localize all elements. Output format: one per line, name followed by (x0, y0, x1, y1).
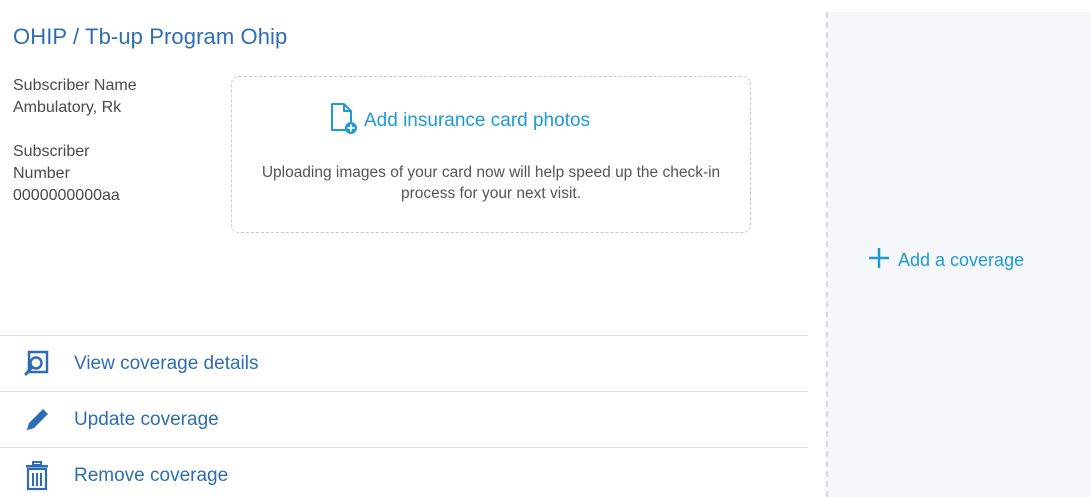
coverage-title: OHIP / Tb-up Program Ohip (13, 24, 288, 49)
trash-icon (22, 460, 52, 491)
add-a-coverage-label: Add a coverage (898, 250, 1025, 270)
add-coverage-panel: Add a coverage (828, 12, 1091, 497)
coverage-page: OHIP / Tb-up Program Ohip Subscriber Nam… (0, 0, 1091, 497)
view-coverage-details-button[interactable]: View coverage details (0, 335, 808, 391)
remove-coverage-button[interactable]: Remove coverage (0, 447, 808, 497)
add-a-coverage-button[interactable]: Add a coverage (868, 247, 1024, 274)
view-coverage-details-label: View coverage details (74, 352, 259, 374)
subscriber-name-block: Subscriber Name Ambulatory, Rk (13, 75, 203, 119)
subscriber-name-label: Subscriber Name (13, 77, 137, 94)
upload-description-text: Uploading images of your card now will h… (261, 164, 721, 202)
update-coverage-label: Update coverage (74, 408, 219, 430)
remove-coverage-label: Remove coverage (74, 464, 229, 486)
add-insurance-card-photos-link[interactable]: Add insurance card photos (328, 102, 590, 140)
coverage-actions: View coverage details Update coverage Re… (0, 335, 808, 497)
pencil-icon (22, 405, 52, 435)
subscriber-number-block: Subscriber Number 0000000000aa (13, 141, 153, 207)
upload-description: Uploading images of your card now will h… (232, 162, 750, 204)
subscriber-number-value: 0000000000aa (13, 187, 120, 204)
update-coverage-button[interactable]: Update coverage (0, 391, 808, 447)
subscriber-number-label: Subscriber Number (13, 143, 90, 182)
plus-icon (868, 247, 898, 274)
magnify-document-icon (22, 349, 52, 379)
coverage-card: OHIP / Tb-up Program Ohip Subscriber Nam… (0, 0, 808, 497)
add-insurance-card-photos-label: Add insurance card photos (364, 110, 591, 131)
add-document-icon (328, 102, 364, 140)
subscriber-name-value: Ambulatory, Rk (13, 99, 122, 116)
insurance-card-upload-area[interactable]: Add insurance card photos Uploading imag… (231, 76, 751, 233)
